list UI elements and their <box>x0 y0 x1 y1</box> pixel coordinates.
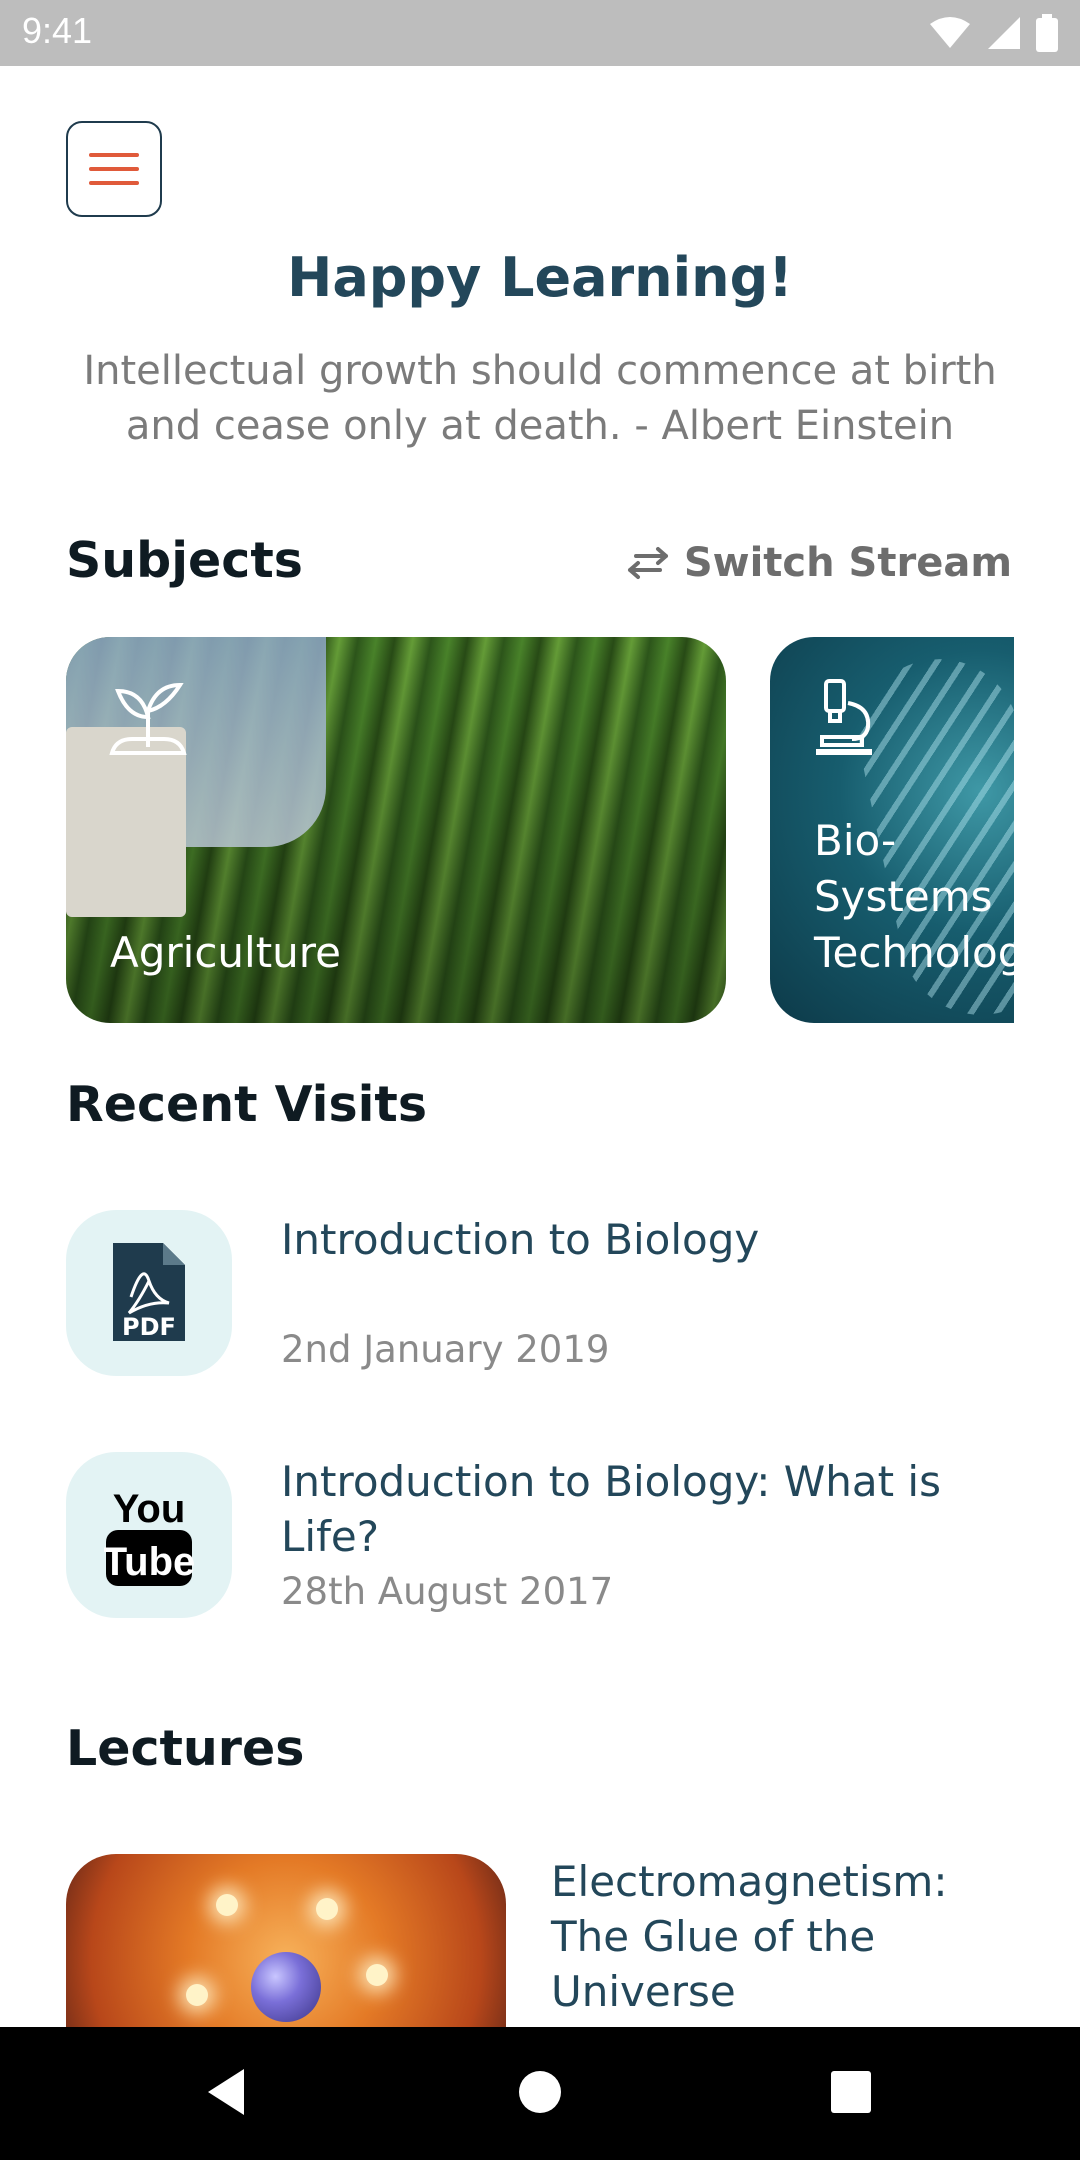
subject-card-agriculture[interactable]: Agriculture <box>66 637 726 1023</box>
subjects-carousel[interactable]: Agriculture Bio-Systems Technology <box>66 637 1014 1023</box>
home-icon[interactable] <box>518 2067 562 2117</box>
thumbnail-atom-cluster <box>251 1952 321 2022</box>
thumbnail-particle <box>216 1894 238 1916</box>
lectures-title: Lectures <box>66 1720 305 1777</box>
status-bar: 9:41 <box>0 0 1080 66</box>
subjects-title: Subjects <box>66 532 303 589</box>
battery-icon <box>1036 14 1058 52</box>
sprout-icon <box>109 682 187 755</box>
switch-stream-button[interactable]: Switch Stream <box>626 540 1012 586</box>
recents-icon[interactable] <box>829 2067 873 2117</box>
svg-text:PDF: PDF <box>122 1313 176 1341</box>
status-icons <box>928 14 1058 52</box>
visit-thumbnail: You Tube <box>66 1452 232 1618</box>
swap-arrows-icon <box>627 547 668 579</box>
quote-text: Intellectual growth should commence at b… <box>83 348 997 449</box>
visit-thumbnail: PDF <box>66 1210 232 1376</box>
subject-name: Bio-Systems Technology <box>814 816 1014 977</box>
wifi-icon <box>930 17 970 48</box>
switch-stream-label: Switch Stream <box>683 540 1012 586</box>
visit-title: Introduction to Biology: What is Life? <box>281 1457 941 1561</box>
thumbnail-particle <box>316 1898 338 1920</box>
youtube-icon: You Tube <box>104 1487 194 1586</box>
signal-icon <box>988 17 1020 49</box>
subject-name: Agriculture <box>110 928 341 977</box>
svg-text:You: You <box>113 1487 186 1531</box>
system-nav-bar <box>0 2027 1080 2160</box>
recent-visit-item[interactable]: You Tube Introduction to Biology: What i… <box>66 1452 1014 1618</box>
back-icon[interactable] <box>204 2067 248 2117</box>
status-time: 9:41 <box>22 10 93 51</box>
thumbnail-particle <box>186 1984 208 2006</box>
recent-visits-title: Recent Visits <box>66 1076 428 1133</box>
menu-button[interactable] <box>66 121 162 217</box>
thumbnail-particle <box>366 1964 388 1986</box>
visit-title: Introduction to Biology <box>281 1215 760 1264</box>
visit-date: 2nd January 2019 <box>281 1328 610 1371</box>
pdf-icon: PDF <box>113 1243 185 1341</box>
lecture-title[interactable]: Electromagnetism: The Glue of the Univer… <box>551 1854 1031 2019</box>
svg-text:Tube: Tube <box>104 1540 194 1584</box>
recent-visit-item[interactable]: PDF Introduction to Biology 2nd January … <box>66 1210 1014 1376</box>
microscope-icon <box>816 679 872 755</box>
lecture-thumbnail[interactable] <box>66 1854 506 2044</box>
hamburger-menu-icon <box>89 153 139 185</box>
subject-card-bio-systems[interactable]: Bio-Systems Technology <box>770 637 1014 1023</box>
visit-date: 28th August 2017 <box>281 1570 614 1613</box>
greeting-title: Happy Learning! <box>287 246 793 309</box>
